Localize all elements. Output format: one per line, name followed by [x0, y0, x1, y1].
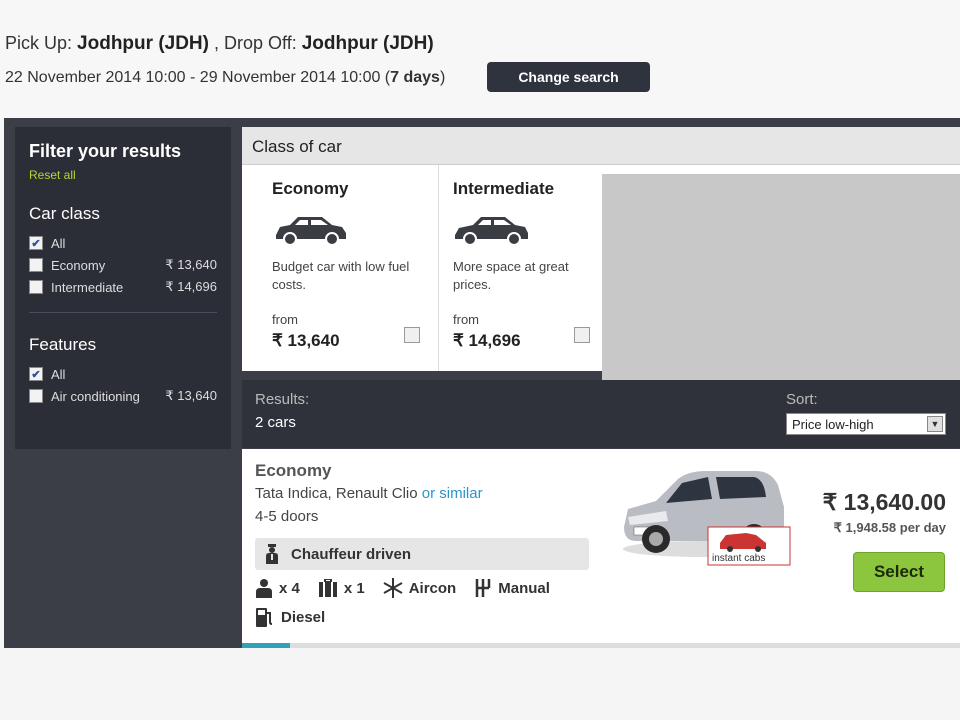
- filter-label: All: [51, 366, 66, 382]
- change-search-button[interactable]: Change search: [487, 62, 650, 92]
- chauffeur-label: Chauffeur driven: [291, 545, 412, 563]
- car-features: x 4 x 1 Aircon Manual: [255, 578, 568, 598]
- price-per-day: ₹ 1,948.58 per day: [833, 520, 946, 535]
- filter-label: Air conditioning: [51, 388, 140, 404]
- filter-class-all[interactable]: ✔ All: [29, 232, 217, 254]
- passenger-count: x 4: [279, 579, 300, 597]
- rental-dates: 22 November 2014 10:00 - 29 November 201…: [5, 69, 445, 87]
- result-car-models: Tata Indica, Renault Clio or similar: [255, 485, 483, 502]
- rental-duration: 7 days: [390, 69, 440, 86]
- sort-selected-value: Price low-high: [792, 417, 874, 432]
- sort-label: Sort:: [786, 391, 818, 408]
- pickup-value: Jodhpur (JDH): [77, 33, 209, 54]
- car-icon: [455, 217, 528, 246]
- fuel-label: Diesel: [281, 608, 326, 626]
- filter-price: ₹ 13,640: [165, 388, 217, 403]
- aircon-label: Aircon: [408, 579, 457, 597]
- feature-bags: x 1: [318, 579, 365, 597]
- class-card-title: Economy: [272, 179, 349, 198]
- pickup-label: Pick Up:: [5, 33, 73, 53]
- car-photo: instant cabs: [623, 471, 791, 566]
- snowflake-icon: [383, 578, 403, 598]
- filter-label: Economy: [51, 257, 106, 273]
- total-price: ₹ 13,640.00: [822, 489, 946, 515]
- filter-label: Intermediate: [51, 279, 124, 295]
- empty-class-area: [602, 174, 960, 380]
- results-count: 2 cars: [255, 414, 296, 431]
- filter-class-intermediate[interactable]: Intermediate ₹ 14,696: [29, 276, 217, 298]
- car-icon: [276, 217, 346, 246]
- result-car-class: Economy: [255, 461, 332, 480]
- gearshift-icon: [475, 579, 491, 597]
- transmission-label: Manual: [498, 579, 550, 597]
- filter-price: ₹ 13,640: [165, 257, 217, 272]
- results-label: Results:: [255, 391, 310, 408]
- chevron-down-icon[interactable]: ▼: [927, 416, 943, 432]
- or-similar-link[interactable]: or similar: [422, 485, 483, 502]
- search-summary-header: Pick Up: Jodhpur (JDH) , Drop Off: Jodhp…: [0, 0, 960, 118]
- sort-dropdown[interactable]: Price low-high ▼: [786, 413, 946, 435]
- result-doors: 4-5 doors: [255, 508, 319, 525]
- date-range-close: ): [439, 69, 446, 86]
- filter-feature-all[interactable]: ✔ All: [29, 363, 217, 385]
- fuel-pump-icon: [256, 608, 273, 627]
- feature-aircon: Aircon: [383, 578, 457, 598]
- results-bar: Results: 2 cars Sort: Price low-high ▼: [242, 380, 960, 448]
- bag-count: x 1: [343, 579, 365, 597]
- feature-transmission: Manual: [474, 578, 550, 598]
- checkbox-class-all[interactable]: ✔: [29, 236, 43, 250]
- passenger-icon: [256, 579, 272, 598]
- feature-passengers: x 4: [255, 578, 300, 598]
- filter-class-economy[interactable]: Economy ₹ 13,640: [29, 254, 217, 276]
- result-card: Economy Tata Indica, Renault Clio or sim…: [242, 449, 960, 648]
- car-class-heading: Car class: [29, 204, 100, 223]
- reset-all-link[interactable]: Reset all: [29, 168, 217, 182]
- class-card-checkbox[interactable]: [574, 327, 590, 343]
- filter-title: Filter your results: [29, 141, 182, 161]
- luggage-icon: [318, 579, 337, 597]
- filter-feature-aircon[interactable]: Air conditioning ₹ 13,640: [29, 385, 217, 407]
- dropoff-value: Jodhpur (JDH): [301, 33, 434, 54]
- main-panel: Filter your results Reset all Car class …: [4, 118, 960, 648]
- dropoff-label: , Drop Off:: [214, 33, 297, 53]
- checkbox-class-economy[interactable]: [29, 258, 43, 272]
- class-of-car-panel: Class of car Economy Budget car with low…: [242, 127, 960, 380]
- class-card-checkbox[interactable]: [404, 327, 420, 343]
- class-card-description: More space at great prices.: [453, 259, 569, 292]
- class-card-description: Budget car with low fuel costs.: [272, 259, 410, 292]
- pickup-dropoff-line: Pick Up: Jodhpur (JDH) , Drop Off: Jodhp…: [5, 33, 434, 55]
- class-of-car-heading: Class of car: [242, 127, 960, 165]
- filter-divider: [29, 312, 217, 313]
- supplier-logo-text: instant cabs: [712, 553, 765, 564]
- class-card-title: Intermediate: [453, 179, 555, 198]
- chauffeur-badge: Chauffeur driven: [255, 538, 589, 570]
- checkbox-feature-all[interactable]: ✔: [29, 367, 43, 381]
- features-heading: Features: [29, 335, 97, 354]
- filter-sidebar: Filter your results Reset all Car class …: [15, 127, 231, 449]
- filter-label: All: [51, 235, 66, 251]
- select-button[interactable]: Select: [853, 552, 945, 592]
- class-card-intermediate[interactable]: Intermediate More space at great prices.…: [438, 165, 604, 371]
- checkbox-class-intermediate[interactable]: [29, 280, 43, 294]
- checkbox-feature-aircon[interactable]: [29, 389, 43, 403]
- filter-price: ₹ 14,696: [165, 279, 217, 294]
- car-models-text: Tata Indica, Renault Clio: [255, 485, 418, 502]
- class-card-economy[interactable]: Economy Budget car with low fuel costs. …: [272, 165, 434, 371]
- feature-fuel: Diesel: [255, 607, 325, 627]
- class-card-from: from: [272, 312, 298, 327]
- page-bottom-area: [0, 648, 960, 720]
- date-range: 22 November 2014 10:00 - 29 November 201…: [5, 69, 391, 86]
- chauffeur-icon: [266, 544, 278, 564]
- class-card-from: from: [453, 312, 479, 327]
